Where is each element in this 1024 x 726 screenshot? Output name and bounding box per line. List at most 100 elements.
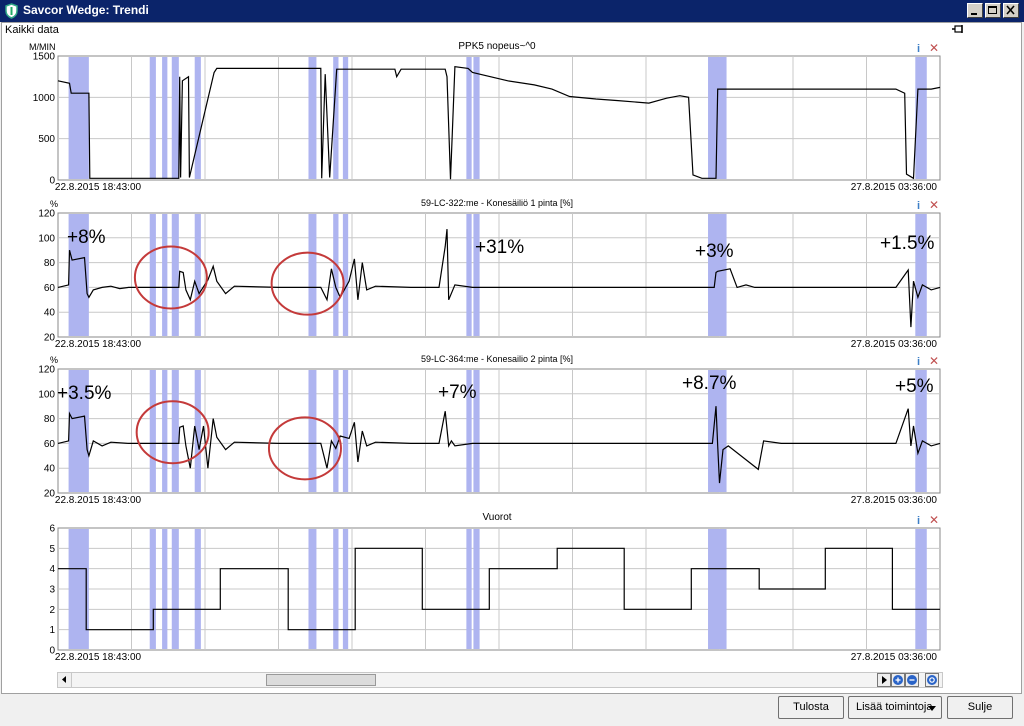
- chart-unit: %: [50, 199, 58, 209]
- y-tick-label: 60: [44, 283, 56, 294]
- y-tick-label: 120: [38, 365, 55, 376]
- y-tick-label: 100: [38, 389, 55, 400]
- zoom-in-button[interactable]: [891, 673, 905, 687]
- highlight-band: [466, 529, 472, 649]
- highlight-band: [333, 529, 339, 649]
- scroll-thumb[interactable]: [266, 674, 376, 686]
- arrow-right-icon: [882, 676, 887, 684]
- highlight-band: [171, 214, 179, 336]
- highlight-band: [466, 57, 472, 179]
- arrow-left-icon: [62, 676, 66, 683]
- change-annotation: +3%: [695, 241, 734, 262]
- highlight-band: [333, 214, 339, 336]
- chevron-down-icon: [928, 706, 936, 711]
- highlight-band: [162, 214, 168, 336]
- highlight-band: [171, 57, 179, 179]
- zoom-in-icon: [893, 675, 903, 685]
- x-end-label: 27.8.2015 03:36:00: [851, 495, 938, 506]
- y-tick-label: 20: [44, 489, 56, 500]
- change-annotation: +5%: [895, 376, 934, 397]
- highlight-band: [708, 529, 727, 649]
- highlight-band: [194, 529, 201, 649]
- highlight-band: [162, 529, 168, 649]
- highlight-band: [171, 370, 179, 492]
- highlight-band: [342, 370, 349, 492]
- close-button[interactable]: Sulje: [947, 696, 1013, 719]
- zoom-out-button[interactable]: [905, 673, 919, 687]
- highlight-band: [68, 57, 89, 179]
- y-tick-label: 40: [44, 308, 56, 319]
- change-annotation: +8.7%: [682, 373, 737, 394]
- y-tick-label: 120: [38, 209, 55, 220]
- y-tick-label: 1500: [33, 52, 56, 63]
- x-start-label: 22.8.2015 18:43:00: [55, 339, 142, 350]
- highlight-band: [149, 370, 156, 492]
- highlight-band: [194, 57, 201, 179]
- info-icon[interactable]: i: [917, 200, 920, 212]
- highlight-band: [308, 57, 317, 179]
- chart-title: PPK5 nopeus~^0: [458, 41, 536, 52]
- highlight-band: [162, 57, 168, 179]
- highlight-band: [473, 214, 480, 336]
- more-actions-label: Lisää toimintoja: [856, 701, 933, 713]
- info-icon[interactable]: i: [917, 43, 920, 55]
- close-chart-icon[interactable]: ✕: [929, 513, 939, 527]
- y-tick-label: 1000: [33, 93, 56, 104]
- x-start-label: 22.8.2015 18:43:00: [55, 495, 142, 506]
- highlight-band: [194, 214, 201, 336]
- highlight-band: [149, 214, 156, 336]
- highlight-band: [162, 370, 168, 492]
- chart-title: 59-LC-322:me - Konesäiliö 1 pinta [%]: [421, 198, 573, 208]
- y-tick-label: 40: [44, 464, 56, 475]
- info-icon[interactable]: i: [917, 515, 920, 527]
- highlight-band: [308, 529, 317, 649]
- scroll-right-button[interactable]: [877, 673, 891, 687]
- y-tick-label: 2: [49, 605, 55, 616]
- highlight-band: [342, 57, 349, 179]
- change-annotation: +3.5%: [57, 383, 112, 404]
- chart-title: 59-LC-364:me - Konesailio 2 pinta [%]: [421, 354, 573, 364]
- x-end-label: 27.8.2015 03:36:00: [851, 182, 938, 193]
- y-tick-label: 60: [44, 439, 56, 450]
- chart-title: Vuorot: [482, 512, 511, 523]
- highlight-band: [473, 529, 480, 649]
- highlight-band: [149, 529, 156, 649]
- y-tick-label: 100: [38, 233, 55, 244]
- chart-tank-2-level: 59-LC-364:me - Konesailio 2 pinta [%] % …: [38, 354, 941, 506]
- highlight-band: [342, 214, 349, 336]
- scroll-left-button[interactable]: [58, 673, 72, 687]
- change-annotation: +31%: [475, 237, 524, 258]
- highlight-band: [466, 214, 472, 336]
- chart-speed: PPK5 nopeus~^0 M/MIN i ✕ 15001000500022.…: [29, 41, 941, 193]
- zoom-reset-icon: [927, 675, 937, 685]
- x-end-label: 27.8.2015 03:36:00: [851, 339, 938, 350]
- trend-charts: PPK5 nopeus~^0 M/MIN i ✕ 15001000500022.…: [29, 41, 941, 663]
- close-chart-icon[interactable]: ✕: [929, 198, 939, 212]
- chart-shifts: Vuorot i ✕ 654321022.8.2015 18:43:00 27.8…: [49, 512, 941, 663]
- y-tick-label: 1: [49, 625, 55, 636]
- change-annotation: +8%: [67, 227, 106, 248]
- x-start-label: 22.8.2015 18:43:00: [55, 182, 142, 193]
- y-tick-label: 20: [44, 333, 56, 344]
- close-chart-icon[interactable]: ✕: [929, 41, 939, 55]
- x-end-label: 27.8.2015 03:36:00: [851, 652, 938, 663]
- y-tick-label: 4: [49, 564, 55, 575]
- highlight-band: [308, 370, 317, 492]
- more-actions-dropdown[interactable]: Lisää toimintoja: [848, 696, 942, 719]
- close-chart-icon[interactable]: ✕: [929, 354, 939, 368]
- info-icon[interactable]: i: [917, 356, 920, 368]
- y-tick-label: 500: [38, 134, 55, 145]
- horizontal-scrollbar[interactable]: [57, 672, 943, 688]
- print-button[interactable]: Tulosta: [778, 696, 844, 719]
- highlight-band: [342, 529, 349, 649]
- change-annotation: +7%: [438, 382, 477, 403]
- zoom-out-icon: [907, 675, 917, 685]
- y-tick-label: 5: [49, 544, 55, 555]
- highlight-band: [308, 214, 317, 336]
- zoom-reset-button[interactable]: [925, 673, 939, 687]
- chart-unit: %: [50, 355, 58, 365]
- change-annotation: +1.5%: [880, 233, 935, 254]
- y-tick-label: 6: [49, 524, 55, 535]
- y-tick-label: 3: [49, 585, 55, 596]
- highlight-band: [171, 529, 179, 649]
